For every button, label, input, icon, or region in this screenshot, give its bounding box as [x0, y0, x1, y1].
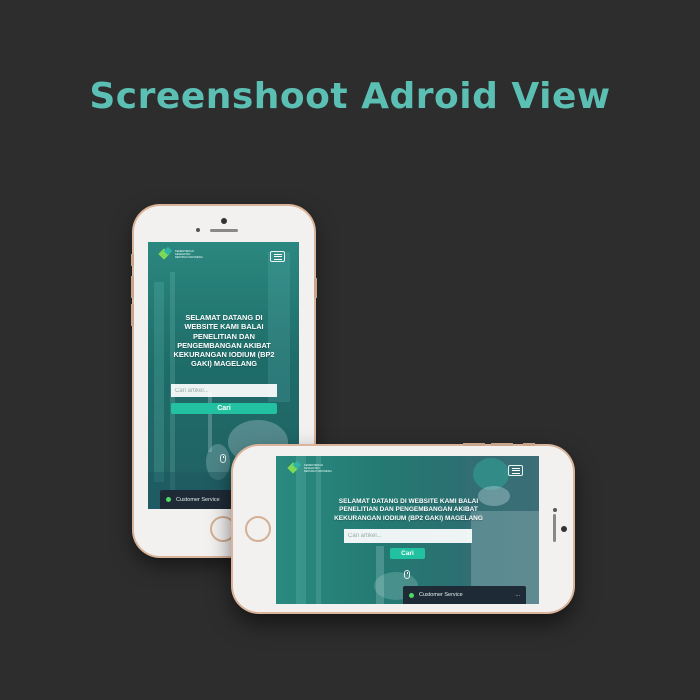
customer-service-chat-bar[interactable]: Customer Service ...	[403, 586, 526, 604]
site-logo[interactable]: KEMENTERIAN KESEHATAN REPUBLIK INDONESIA	[287, 460, 332, 474]
customer-service-label: Customer Service	[419, 592, 463, 598]
kemenkes-logo-icon	[287, 460, 302, 474]
search-button[interactable]: Cari	[390, 548, 425, 559]
home-button[interactable]	[245, 516, 271, 542]
phone-side-button	[314, 278, 317, 298]
site-logo[interactable]: KEMENTERIAN KESEHATAN REPUBLIK INDONESIA	[158, 246, 203, 260]
logo-text: KEMENTERIAN KESEHATAN REPUBLIK INDONESIA	[304, 463, 332, 473]
chat-minimize-button[interactable]: ...	[515, 592, 520, 598]
phone-speaker	[210, 229, 238, 232]
phone-camera	[221, 218, 227, 224]
phone-sensor	[196, 228, 200, 232]
kemenkes-logo-icon	[158, 246, 173, 260]
phone-speaker	[553, 514, 556, 542]
phone-side-button	[131, 254, 134, 266]
hero-title: SELAMAT DATANG DI WEBSITE KAMI BALAI PEN…	[173, 313, 275, 369]
phone-side-button	[523, 443, 535, 446]
landscape-phone-mockup: KEMENTERIAN KESEHATAN REPUBLIK INDONESIA…	[233, 443, 573, 612]
phone-sensor	[553, 508, 557, 512]
page-headline: Screenshoot Adroid View	[89, 76, 611, 117]
landscape-screen: KEMENTERIAN KESEHATAN REPUBLIK INDONESIA…	[276, 456, 539, 604]
search-input[interactable]	[344, 529, 472, 543]
phone-side-button	[131, 304, 134, 326]
phone-camera	[561, 526, 567, 532]
hero-title: SELAMAT DATANG DI WEBSITE KAMI BALAI PEN…	[334, 498, 483, 522]
online-dot-icon	[409, 592, 414, 598]
phone-side-button	[131, 276, 134, 298]
online-dot-icon	[166, 497, 171, 502]
menu-button[interactable]	[270, 251, 285, 262]
hamburger-icon	[511, 467, 520, 469]
phone-side-button	[491, 443, 513, 446]
search-input[interactable]	[171, 384, 277, 397]
phone-side-button	[463, 443, 485, 446]
hamburger-icon	[273, 253, 282, 255]
logo-text: KEMENTERIAN KESEHATAN REPUBLIK INDONESIA	[175, 249, 203, 259]
customer-service-label: Customer Service	[176, 496, 220, 503]
mouse-scroll-icon[interactable]	[404, 570, 410, 579]
mouse-scroll-icon[interactable]	[220, 454, 226, 463]
search-button[interactable]: Cari	[171, 403, 277, 414]
menu-button[interactable]	[508, 465, 523, 476]
